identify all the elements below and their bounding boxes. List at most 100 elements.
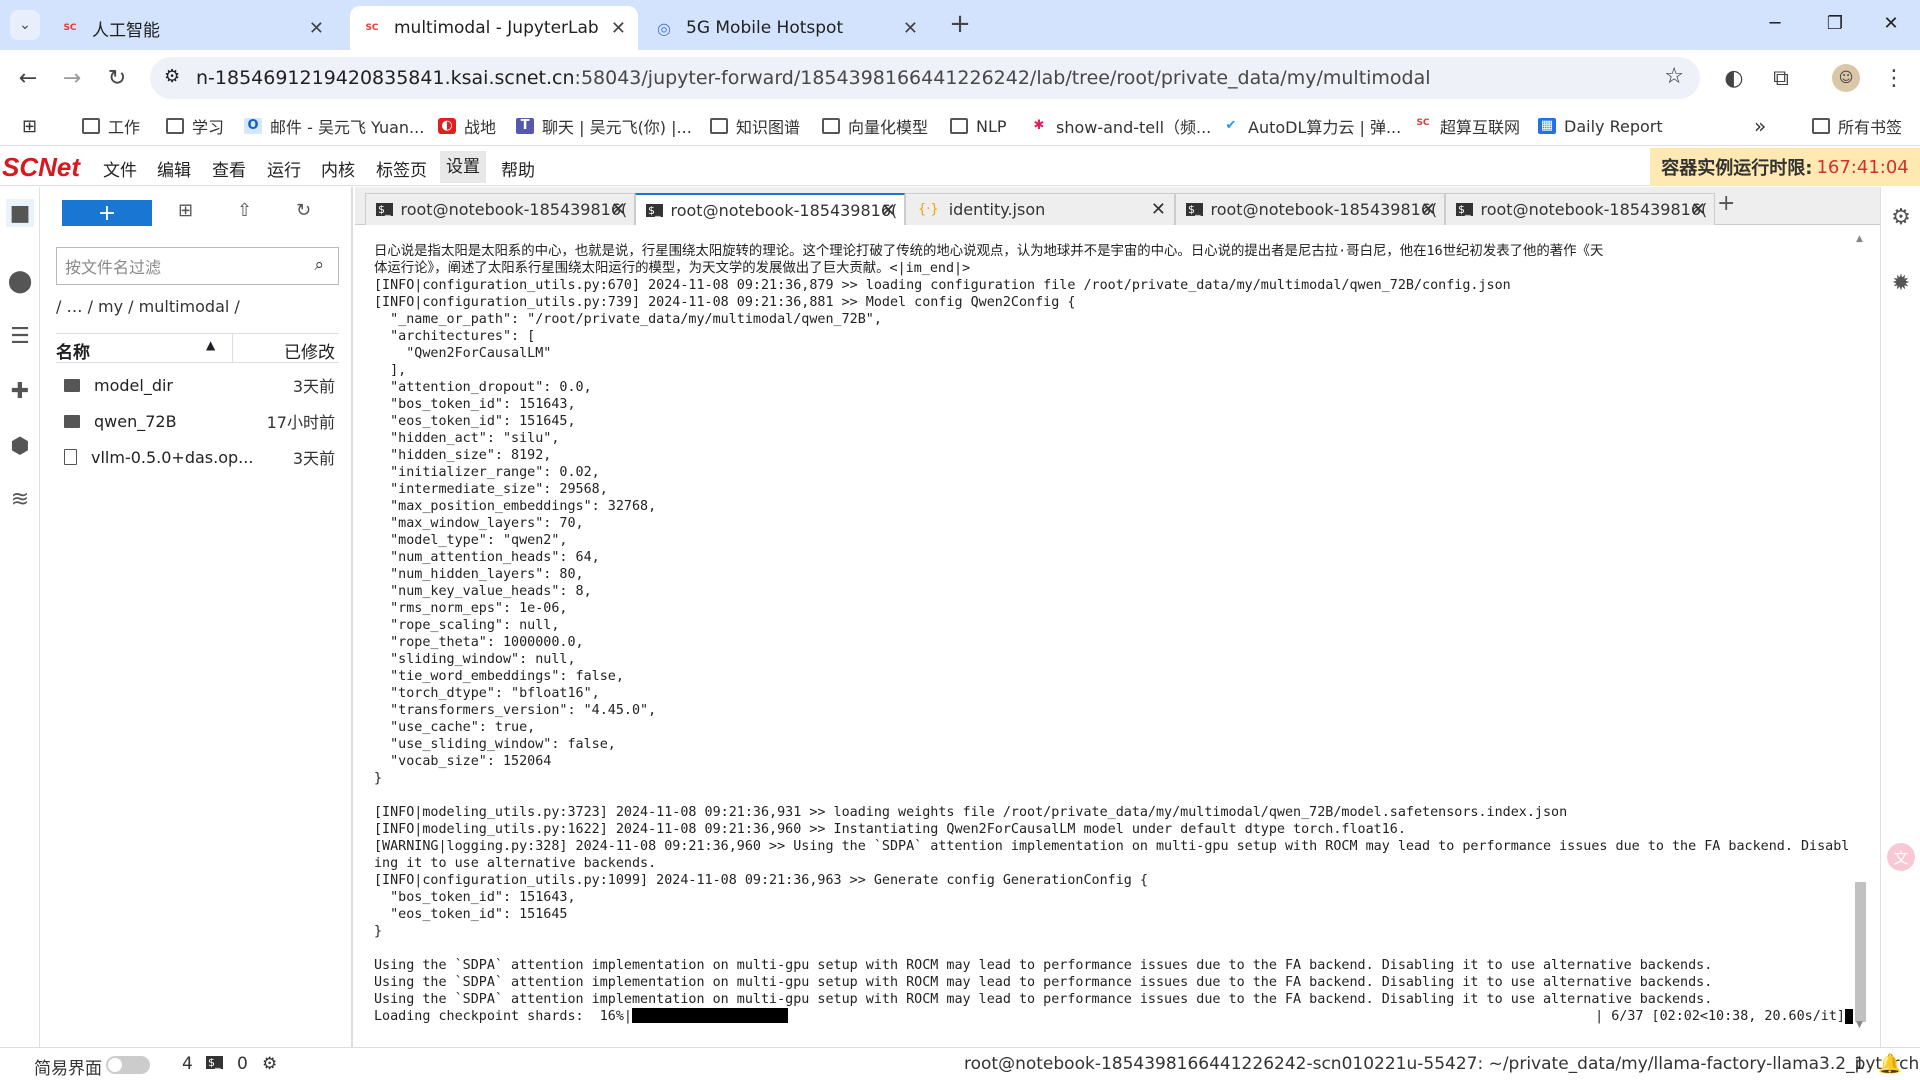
scroll-down-icon[interactable]: ▼	[1856, 1020, 1863, 1030]
doc-tab-terminal[interactable]: $_ root@notebook-185439816(✕	[635, 193, 905, 225]
bookmark-folder[interactable]: 工作	[82, 114, 140, 138]
doc-tab-terminal[interactable]: $_ root@notebook-185439816(✕	[1175, 193, 1445, 225]
close-icon[interactable]: ✕	[309, 18, 324, 39]
list-item[interactable]: vllm-0.5.0+das.op... 3天前	[56, 441, 339, 473]
translate-icon[interactable]: 文	[1887, 843, 1915, 871]
bookmark-link[interactable]: ▦ Daily Report	[1538, 114, 1663, 138]
bookmark-link[interactable]: T 聊天 | 吴元飞(你) |...	[516, 114, 692, 138]
reload-icon[interactable]: ↻	[103, 64, 131, 92]
address-bar[interactable]: ⚙ n-1854691219420835841.ksai.scnet.cn:58…	[150, 57, 1700, 99]
debugger-icon[interactable]: ✹	[1887, 269, 1915, 297]
terminal-scrollbar[interactable]: ▲ ▼	[1853, 232, 1868, 1032]
browser-tab-3[interactable]: ◎ 5G Mobile Hotspot ✕	[642, 6, 930, 50]
file-filter-input[interactable]: 按文件名过滤 ⌕	[56, 247, 339, 285]
close-icon[interactable]: ✕	[1691, 199, 1706, 220]
close-icon[interactable]: ✕	[611, 18, 626, 39]
terminal-icon: $_	[1456, 203, 1473, 216]
bookmark-folder[interactable]: NLP	[950, 114, 1007, 138]
upload-icon[interactable]: ⇧	[237, 200, 252, 221]
bookmark-link[interactable]: O 邮件 - 吴元飞 Yuan...	[244, 114, 424, 138]
package-icon[interactable]: ⬢	[6, 432, 34, 460]
sort-up-icon[interactable]: ▲	[206, 338, 215, 352]
menu-run[interactable]: 运行	[267, 156, 301, 181]
menu-tabs[interactable]: 标签页	[376, 156, 427, 181]
list-icon[interactable]: ☰	[6, 322, 34, 350]
bookmark-folder[interactable]: 知识图谱	[710, 114, 800, 138]
add-tab-button[interactable]: +	[1717, 191, 1735, 216]
property-inspector-icon[interactable]: ⚙	[1887, 203, 1915, 231]
close-icon[interactable]: ✕	[903, 18, 918, 39]
menu-view[interactable]: 查看	[212, 156, 246, 181]
minimize-icon[interactable]: ─	[1752, 0, 1798, 46]
terminal-line: [INFO|modeling_utils.py:1622] 2024-11-08…	[374, 822, 1406, 837]
puzzle-icon[interactable]: ⧉	[1767, 64, 1795, 92]
terminal-count[interactable]: 0	[237, 1054, 248, 1074]
apps-icon[interactable]: ⊞	[22, 114, 37, 138]
site-info-icon[interactable]: ⚙	[164, 66, 180, 87]
menu-help[interactable]: 帮助	[501, 156, 535, 181]
doc-tab-json[interactable]: {·} identity.json ✕	[905, 193, 1175, 225]
scroll-up-icon[interactable]: ▲	[1856, 234, 1863, 244]
extension-icon[interactable]: ◐	[1720, 64, 1748, 92]
left-sidebar-rail: ■ ⬤ ☰ ✚ ⬢ ≋	[0, 187, 40, 1047]
menu-settings[interactable]: 设置	[440, 151, 486, 183]
back-icon[interactable]: ←	[14, 64, 42, 92]
terminal-line: "num_attention_heads": 64,	[374, 550, 600, 565]
terminal-line: "eos_token_id": 151645	[374, 907, 568, 922]
terminal-line: "torch_dtype": "bfloat16",	[374, 686, 600, 701]
terminal-line: }	[374, 924, 383, 939]
extension-icon[interactable]: ✚	[6, 377, 34, 405]
terminal-icon: $_	[376, 203, 393, 216]
new-tab-button[interactable]: +	[946, 9, 974, 39]
close-icon[interactable]: ✕	[1151, 199, 1166, 220]
refresh-icon[interactable]: ↻	[296, 200, 311, 221]
all-bookmarks-folder[interactable]: 所有书签	[1812, 114, 1902, 138]
column-modified-header[interactable]: 已修改	[284, 338, 335, 363]
column-name-header[interactable]: 名称	[56, 338, 90, 363]
new-launcher-button[interactable]: +	[62, 200, 152, 226]
bookmark-link[interactable]: ◐ 战地	[438, 114, 496, 138]
close-icon[interactable]: ✕	[611, 199, 626, 220]
close-icon[interactable]: ✕	[881, 200, 896, 221]
restore-icon[interactable]: ❐	[1812, 0, 1858, 46]
terminal-line: Using the `SDPA` attention implementatio…	[374, 958, 1713, 973]
simple-mode-toggle[interactable]	[106, 1056, 150, 1074]
scrollbar-thumb[interactable]	[1855, 882, 1866, 1022]
breadcrumb[interactable]: / … / my / multimodal /	[56, 297, 240, 316]
browser-tab-1[interactable]: SC 人工智能 ✕	[48, 6, 336, 50]
menu-edit[interactable]: 编辑	[157, 156, 191, 181]
bookmark-folder[interactable]: 学习	[166, 114, 224, 138]
running-icon[interactable]: ⬤	[6, 267, 34, 295]
terminal-line: "_name_or_path": "/root/private_data/my/…	[374, 312, 882, 327]
doc-tab-terminal[interactable]: $_ root@notebook-185439816(✕	[1445, 193, 1715, 225]
bookmark-link[interactable]: ✔ AutoDL算力云 | 弹...	[1222, 114, 1402, 138]
layers-icon[interactable]: ≋	[6, 485, 34, 513]
list-item[interactable]: model_dir 3天前	[56, 369, 339, 401]
tab-search-icon[interactable]: ⌄	[10, 10, 40, 40]
terminal-output[interactable]: 日心说是指太阳是太阳系的中心，也就是说，行星围绕太阳旋转的理论。这个理论打破了传…	[360, 232, 1855, 1032]
bell-icon[interactable]: 🔔	[1878, 1052, 1902, 1075]
close-icon[interactable]: ✕	[1421, 199, 1436, 220]
browser-tab-2[interactable]: SC multimodal - JupyterLab ✕	[350, 6, 638, 50]
more-bookmarks-icon[interactable]: »	[1754, 114, 1766, 138]
terminal-line: ing it to use alternative backends.	[374, 856, 657, 871]
kernel-count[interactable]: 4	[182, 1054, 193, 1074]
list-item[interactable]: qwen_72B 17小时前	[56, 405, 339, 437]
doc-tab-terminal[interactable]: $_ root@notebook-185439816(✕	[365, 193, 635, 225]
menu-dots-icon[interactable]: ⋮	[1880, 64, 1908, 92]
bookmark-star-icon[interactable]: ☆	[1664, 64, 1684, 89]
new-folder-icon[interactable]: ⊞	[178, 200, 193, 221]
menu-file[interactable]: 文件	[103, 156, 137, 181]
progress-tail: | 6/37 [02:02<10:38, 20.60s/it]	[1595, 1009, 1845, 1024]
bookmark-link[interactable]: ✱ show-and-tell（频...	[1030, 114, 1212, 138]
menu-kernel[interactable]: 内核	[321, 156, 355, 181]
bookmark-folder[interactable]: 向量化模型	[822, 114, 928, 138]
battlefield-icon: ◐	[438, 118, 456, 134]
folder-icon[interactable]: ■	[6, 199, 34, 227]
avatar[interactable]: ☺	[1832, 64, 1860, 92]
bookmark-link[interactable]: SC 超算互联网	[1414, 114, 1520, 138]
forward-icon[interactable]: →	[58, 64, 86, 92]
close-window-icon[interactable]: ✕	[1868, 0, 1914, 46]
terminal-line: [WARNING|logging.py:328] 2024-11-08 09:2…	[374, 839, 1850, 854]
slack-icon: ✱	[1033, 118, 1045, 133]
